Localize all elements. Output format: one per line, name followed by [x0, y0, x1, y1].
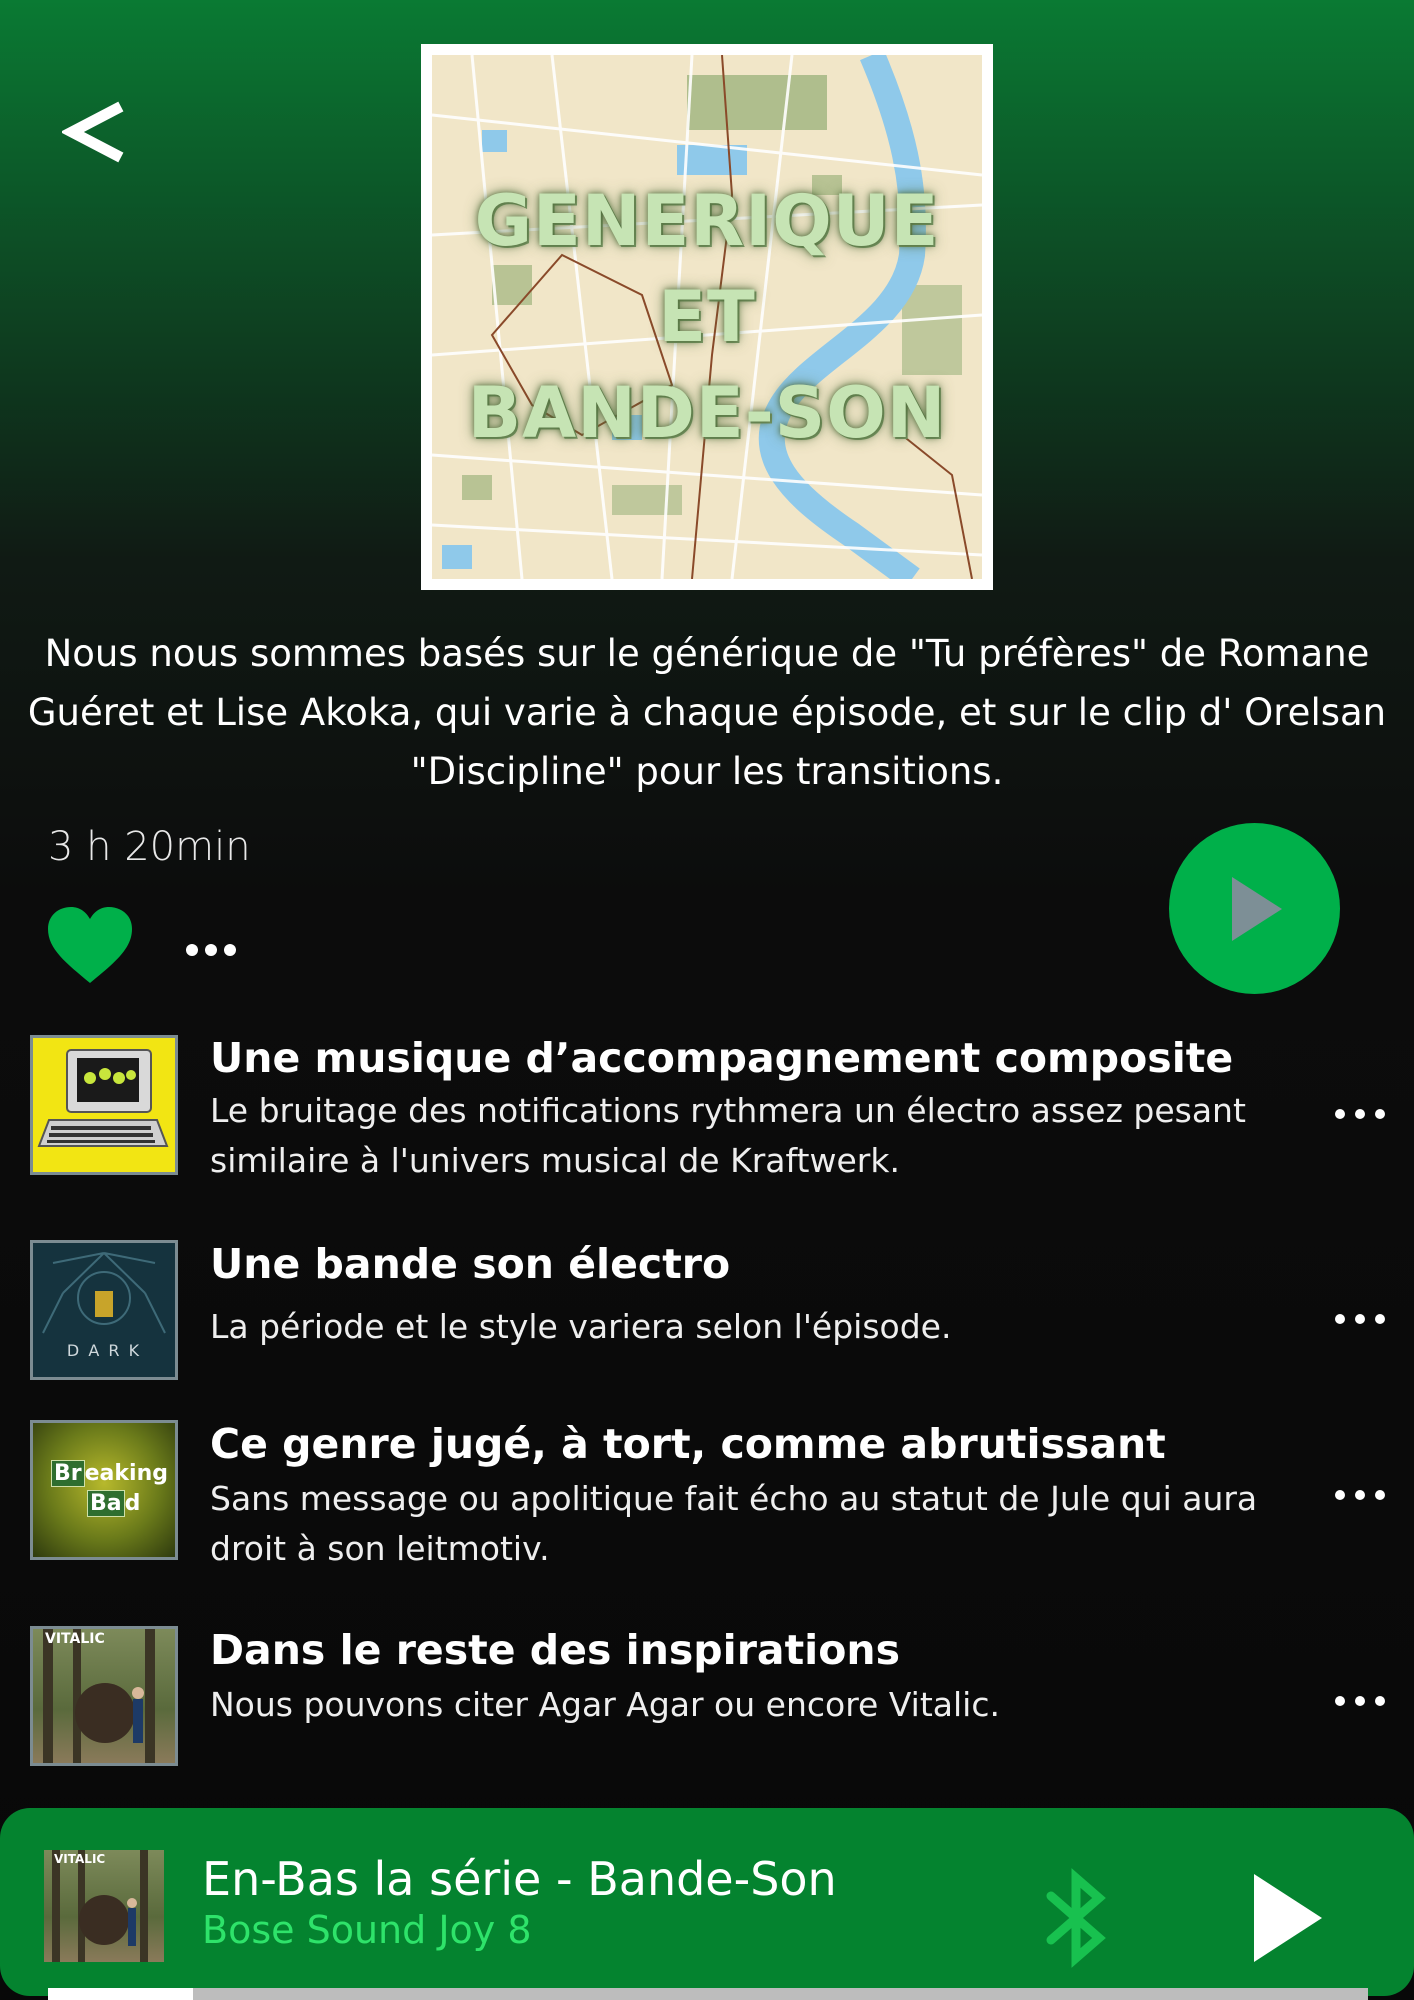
more-dots-icon: [1335, 1490, 1385, 1500]
art-text: Ba: [87, 1490, 125, 1517]
play-playlist-button[interactable]: [1169, 823, 1340, 994]
list-item[interactable]: VITALIC Dans le reste des inspirations N…: [30, 1626, 1390, 1776]
cover-title-line: GENERIQUE: [474, 180, 940, 262]
cover-map-art: GENERIQUE ET BANDE-SON: [432, 55, 982, 579]
more-dots-icon: [186, 944, 236, 956]
now-playing-title: En-Bas la série - Bande-Son: [202, 1852, 837, 1906]
track-description: Nous pouvons citer Agar Agar ou encore V…: [210, 1685, 1000, 1724]
more-options-button[interactable]: [184, 930, 240, 966]
art-text: d: [124, 1491, 141, 1516]
bluetooth-button[interactable]: [1043, 1868, 1109, 1968]
kraftwerk-computer-world-art: [30, 1035, 178, 1175]
playlist-description: Nous nous sommes basés sur le générique …: [27, 632, 1387, 793]
vitalic-forest-art: VITALIC: [30, 1626, 178, 1766]
art-caption: VITALIC: [54, 1852, 106, 1866]
track-title: Une musique d’accompagnement composite: [210, 1034, 1234, 1082]
play-icon: [1231, 876, 1282, 941]
breaking-bad-soundtrack-art: Br eaking Ba d: [30, 1420, 178, 1560]
track-more-button[interactable]: [1330, 1686, 1390, 1716]
cover-title-line: BANDE-SON: [467, 372, 947, 454]
playlist-cover: GENERIQUE ET BANDE-SON: [421, 44, 993, 590]
bluetooth-icon: [1046, 1868, 1106, 1968]
playlist-duration: 3 h 20min: [48, 824, 251, 870]
output-device-label[interactable]: Bose Sound Joy 8: [202, 1908, 532, 1952]
cover-title-line: ET: [658, 276, 756, 358]
track-more-button[interactable]: [1330, 1304, 1390, 1334]
now-playing-art: VITALIC: [44, 1850, 164, 1962]
art-text: eaking: [84, 1461, 168, 1486]
like-button[interactable]: [46, 905, 134, 985]
track-title: Dans le reste des inspirations: [210, 1626, 900, 1674]
art-caption: VITALIC: [45, 1631, 105, 1647]
now-playing-bar[interactable]: VITALIC En-Bas la série - Bande-Son Bose…: [0, 1808, 1414, 1996]
player-play-button[interactable]: [1248, 1868, 1328, 1968]
chevron-left-icon: [62, 101, 124, 163]
track-title: Ce genre jugé, à tort, comme abrutissant: [210, 1420, 1166, 1468]
list-item[interactable]: Br eaking Ba d Ce genre jugé, à tort, comm…: [30, 1420, 1390, 1570]
playback-progress-fill: [48, 1988, 194, 2000]
cover-title: GENERIQUE ET BANDE-SON: [432, 55, 982, 579]
track-more-button[interactable]: [1330, 1099, 1390, 1129]
track-description: Le bruitage des notifications rythmera u…: [210, 1091, 1246, 1180]
more-dots-icon: [1335, 1109, 1385, 1119]
list-item[interactable]: D A R K Une bande son électro La période…: [30, 1240, 1390, 1390]
art-caption: D A R K: [66, 1341, 142, 1360]
art-text: Br: [51, 1460, 85, 1487]
dark-soundtrack-art: D A R K: [30, 1240, 178, 1380]
track-title: Une bande son électro: [210, 1240, 731, 1288]
back-button[interactable]: [58, 92, 128, 172]
list-item[interactable]: Une musique d’accompagnement composite L…: [30, 1034, 1390, 1184]
play-icon: [1254, 1874, 1322, 1962]
more-dots-icon: [1335, 1696, 1385, 1706]
playback-progress[interactable]: [48, 1988, 1368, 2000]
more-dots-icon: [1335, 1314, 1385, 1324]
track-more-button[interactable]: [1330, 1480, 1390, 1510]
track-description: La période et le style variera selon l'é…: [210, 1307, 952, 1346]
heart-icon: [48, 907, 132, 983]
track-description: Sans message ou apolitique fait écho au …: [210, 1479, 1258, 1568]
